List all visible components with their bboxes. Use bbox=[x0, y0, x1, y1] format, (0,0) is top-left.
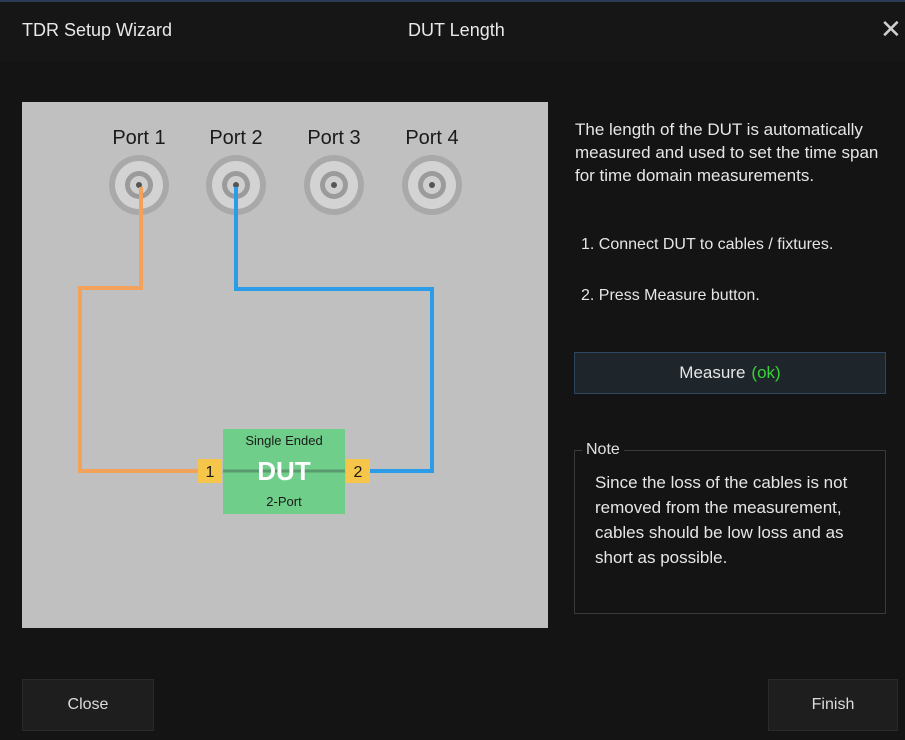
finish-button[interactable]: Finish bbox=[768, 679, 898, 731]
measure-status: (ok) bbox=[751, 363, 781, 382]
dut-type-label: Single Ended bbox=[245, 433, 322, 448]
dut-pin-1-label: 1 bbox=[206, 464, 215, 481]
port-3-connector-icon bbox=[304, 155, 364, 215]
page-title: DUT Length bbox=[408, 20, 505, 40]
dut-port-count-label: 2-Port bbox=[266, 494, 302, 509]
step-1: 1. Connect DUT to cables / fixtures. bbox=[581, 236, 834, 253]
window-title: TDR Setup Wizard bbox=[22, 20, 173, 40]
step-2: 2. Press Measure button. bbox=[581, 287, 760, 304]
dut-pin-2-label: 2 bbox=[354, 464, 363, 481]
note-text: Since the loss of the cables is not remo… bbox=[595, 473, 848, 567]
dut-name: DUT bbox=[257, 456, 311, 486]
port-4-label: Port 4 bbox=[405, 127, 458, 149]
description-text: The length of the DUT is automatically m… bbox=[575, 120, 879, 185]
connection-diagram: Port 1 Port 2 Port 3 Port 4 Single Ended… bbox=[22, 102, 548, 628]
measure-button[interactable]: Measure (ok) bbox=[574, 352, 886, 394]
close-button-label: Close bbox=[67, 696, 109, 713]
port-4-connector-icon bbox=[402, 155, 462, 215]
close-button[interactable]: Close bbox=[22, 679, 154, 731]
note-label: Note bbox=[582, 441, 624, 459]
top-border bbox=[0, 0, 905, 2]
port-2-label: Port 2 bbox=[209, 127, 262, 149]
finish-button-label: Finish bbox=[811, 696, 855, 713]
measure-label: Measure bbox=[679, 363, 746, 382]
cable-port2-to-dut bbox=[234, 187, 434, 473]
port-1-label: Port 1 bbox=[112, 127, 165, 149]
close-icon[interactable]: ✕ bbox=[880, 14, 902, 44]
cable-port1-to-dut bbox=[78, 187, 198, 473]
port-3-label: Port 3 bbox=[307, 127, 360, 149]
